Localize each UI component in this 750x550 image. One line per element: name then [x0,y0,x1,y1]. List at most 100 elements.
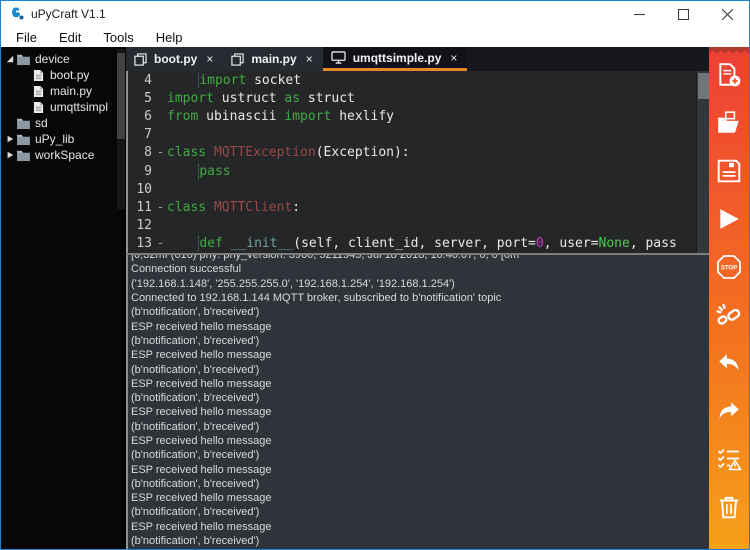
fold-collapse-icon[interactable]: - [154,200,167,215]
console-line: (b'notification', b'received') [131,391,709,405]
tree-arrow-spacer [19,86,30,96]
tab-close-icon[interactable]: × [304,53,315,65]
tab-main-py[interactable]: main.py× [223,47,322,71]
code-editor[interactable]: 4 import socket 5 import ustruct as struct… [126,71,709,253]
open-file-button[interactable] [715,109,743,137]
download-run-button[interactable] [715,205,743,233]
line-number: 9 [128,164,154,179]
tab-bar: boot.py×main.py×umqttsimple.py× [126,47,709,71]
fold-collapse-icon[interactable]: - [154,236,167,251]
console-line: ESP received hello message [131,405,709,419]
console-line: ESP received hello message [131,319,709,333]
undo-button[interactable] [715,349,743,377]
editor-scrollbar-thumb[interactable] [698,73,709,99]
code-line: 6from ubinascii import hexlify [128,107,709,125]
fold-collapse-icon[interactable]: - [154,145,167,160]
tab-close-icon[interactable]: × [204,53,215,65]
tree-item-boot-py[interactable]: boot.py [1,67,126,83]
console-panel[interactable]: [0;32mI (616) phy: phy_version: 3960, 52… [126,255,709,549]
code-text: from ubinascii import hexlify [167,109,394,124]
code-text: import socket [167,73,301,88]
console-line: Connection successful [131,262,709,276]
tab-close-icon[interactable]: × [448,52,459,64]
minimize-button[interactable] [617,1,661,27]
console-line: ESP received hello message [131,491,709,505]
line-number: 8 [128,145,154,160]
syntax-check-button[interactable] [715,445,743,473]
title-bar: uPyCraft V1.1 [1,1,749,27]
code-text: pass [167,164,231,179]
code-line: 7 [128,126,709,144]
console-line: (b'notification', b'received') [131,505,709,519]
tree-arrow-spacer [19,102,30,112]
code-text: import ustruct as struct [167,91,355,106]
menu-file[interactable]: File [5,27,48,47]
line-number: 13 [128,236,154,251]
console-line: (b'notification', b'received') [131,420,709,434]
close-button[interactable] [705,1,749,27]
tree-expanded-arrow-icon[interactable] [4,54,15,64]
folder-icon [15,149,31,161]
new-file-button[interactable] [715,61,743,89]
tree-item-label: device [35,52,70,66]
app-window: uPyCraft V1.1 FileEditToolsHelp device bo… [0,0,750,550]
line-number: 12 [128,218,154,233]
console-line: ESP received hello message [131,377,709,391]
tree-item-workspace[interactable]: workSpace [1,147,126,163]
tree-item-device[interactable]: device [1,51,126,67]
line-number: 4 [128,73,154,88]
file-icon [30,85,46,98]
menu-tools[interactable]: Tools [92,27,144,47]
tab-boot-py[interactable]: boot.py × [126,47,223,71]
console-line: [0;32mI (616) phy: phy_version: 3960, 52… [131,255,709,262]
console-line: ('192.168.1.148', '255.255.255.0', '192.… [131,277,709,291]
code-text: class MQTTClient: [167,200,300,215]
code-line: 12 [128,217,709,235]
app-logo-icon [9,6,25,22]
code-text: def __init__(self, client_id, server, po… [167,236,677,251]
tab-label: umqttsimple.py [353,51,442,65]
code-text: class MQTTException(Exception): [167,145,410,160]
tree-item-label: umqttsimpl [50,100,108,114]
tree-item-sd[interactable]: sd [1,115,126,131]
console-line: (b'notification', b'received') [131,334,709,348]
file-icon [30,69,46,82]
tree-scrollbar-thumb[interactable] [117,53,125,139]
tree-item-label: boot.py [50,68,89,82]
clear-console-button[interactable] [715,493,743,521]
console-line: ESP received hello message [131,462,709,476]
line-number: 7 [128,127,154,142]
pages-icon [134,53,147,66]
console-line: (b'notification', b'received') [131,305,709,319]
tree-scrollbar[interactable] [117,49,125,209]
menu-edit[interactable]: Edit [48,27,92,47]
editor-column: boot.py×main.py×umqttsimple.py× 4 import… [126,47,709,549]
console-line: ESP received hello message [131,434,709,448]
tree-item-main-py[interactable]: main.py [1,83,126,99]
tree-arrow-spacer [4,118,15,128]
redo-button[interactable] [715,397,743,425]
tab-umqttsimple-py[interactable]: umqttsimple.py × [323,47,468,71]
tree-item-label: uPy_lib [35,132,74,146]
tree-item-umqttsimpl[interactable]: umqttsimpl [1,99,126,115]
line-number: 11 [128,200,154,215]
tree-item-upy-lib[interactable]: uPy_lib [1,131,126,147]
maximize-button[interactable] [661,1,705,27]
pages-icon [231,53,244,66]
editor-scrollbar[interactable] [696,71,709,253]
connect-button[interactable] [715,301,743,329]
menu-bar: FileEditToolsHelp [1,27,749,47]
menu-help[interactable]: Help [145,27,194,47]
code-line: 8-class MQTTException(Exception): [128,144,709,162]
stop-button[interactable]: STOP [715,253,743,281]
console-line: (b'notification', b'received') [131,448,709,462]
tree-collapsed-arrow-icon[interactable] [4,150,15,160]
line-number: 5 [128,91,154,106]
save-file-button[interactable] [715,157,743,185]
tab-label: boot.py [154,52,197,66]
svg-text:STOP: STOP [721,266,737,272]
folder-icon [15,133,31,145]
tree-item-label: workSpace [35,148,94,162]
code-line: 5 import ustruct as struct [128,89,709,107]
tree-collapsed-arrow-icon[interactable] [4,134,15,144]
